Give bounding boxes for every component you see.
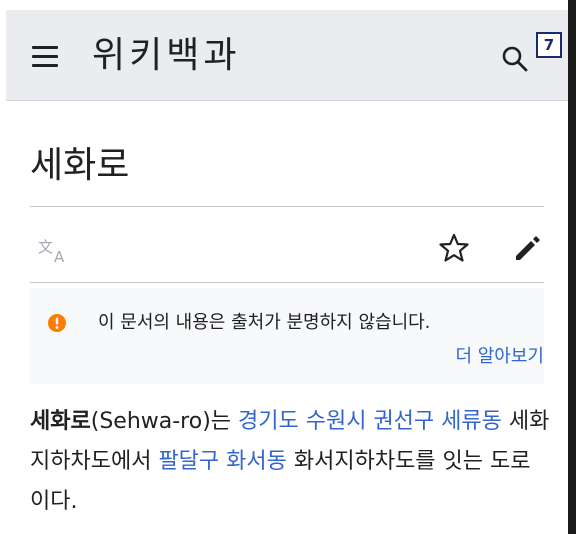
menu-bar-bottom bbox=[32, 64, 58, 67]
citation-notice: 이 문서의 내용은 출처가 분명하지 않습니다. 더 알아보기 bbox=[30, 288, 544, 384]
pencil-icon[interactable] bbox=[512, 232, 544, 264]
svg-text:文: 文 bbox=[38, 238, 53, 256]
link-sewu-dong[interactable]: 경기도 수원시 권선구 세류동 bbox=[238, 409, 502, 434]
link-hwaseo-dong[interactable]: 팔달구 화서동 bbox=[158, 449, 286, 474]
language-icon[interactable]: 文 A bbox=[36, 236, 76, 266]
alert-icon bbox=[48, 314, 66, 332]
window-edge bbox=[568, 0, 576, 534]
mobile-page: 위키백과 7 세화로 文 A 이 문서의 내용은 출처가 분명하지 않습니다. … bbox=[6, 10, 568, 530]
article-lead-paragraph: 세화로(Sehwa-ro)는 경기도 수원시 권선구 세류동 세화지하차도에서 … bbox=[30, 402, 550, 522]
menu-bar-top bbox=[32, 46, 58, 49]
article-term: 세화로 bbox=[30, 409, 91, 434]
toolbar-divider bbox=[30, 282, 544, 283]
site-wordmark[interactable]: 위키백과 bbox=[92, 34, 240, 78]
svg-text:A: A bbox=[54, 248, 65, 266]
top-strip bbox=[0, 0, 576, 10]
learn-more-link[interactable]: 더 알아보기 bbox=[455, 344, 544, 370]
notice-text: 이 문서의 내용은 출처가 분명하지 않습니다. bbox=[98, 312, 431, 333]
menu-bar-middle bbox=[32, 55, 58, 58]
marker-badge: 7 bbox=[536, 32, 562, 58]
title-divider bbox=[30, 206, 544, 207]
hamburger-menu-icon[interactable] bbox=[32, 44, 58, 68]
site-header: 위키백과 7 bbox=[6, 10, 568, 101]
star-icon[interactable] bbox=[438, 232, 470, 264]
romanization-text: (Sehwa-ro)는 bbox=[90, 409, 239, 434]
search-icon[interactable] bbox=[500, 44, 530, 74]
page-title: 세화로 bbox=[30, 145, 130, 186]
